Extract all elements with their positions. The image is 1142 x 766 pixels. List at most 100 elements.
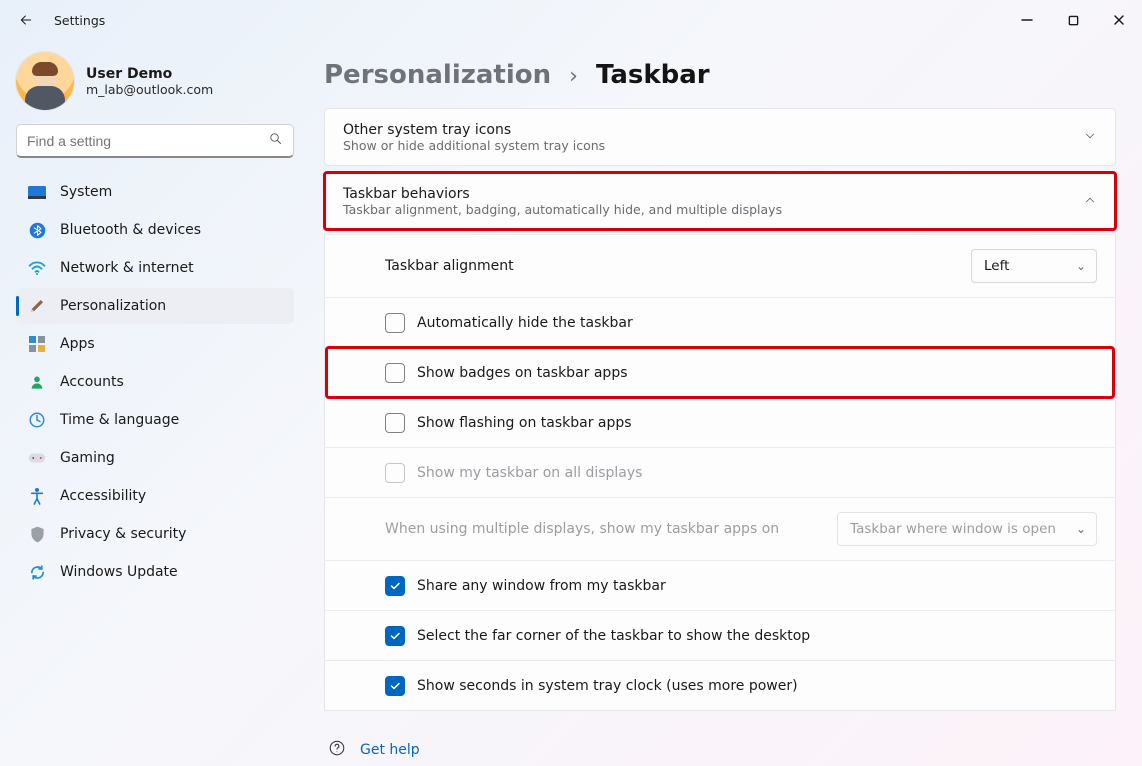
sidebar-item-label: Accounts	[60, 374, 124, 390]
sidebar-item-label: System	[60, 184, 112, 200]
chevron-up-icon	[1083, 193, 1097, 211]
share-window-label: Share any window from my taskbar	[417, 578, 666, 594]
avatar	[16, 52, 74, 110]
minimize-icon	[1021, 14, 1033, 26]
sidebar-item-network[interactable]: Network & internet	[16, 250, 294, 286]
panel-taskbar-behaviors-header[interactable]: Taskbar behaviors Taskbar alignment, bad…	[325, 173, 1115, 229]
sidebar-item-label: Personalization	[60, 298, 166, 314]
chevron-down-icon: ⌄	[1076, 522, 1086, 536]
system-icon	[28, 183, 46, 201]
user-account-block[interactable]: User Demo m_lab@outlook.com	[16, 48, 294, 124]
breadcrumb-parent[interactable]: Personalization	[324, 60, 551, 90]
breadcrumb: Personalization › Taskbar	[324, 60, 1116, 90]
multi-displays-value: Taskbar where window is open	[850, 521, 1056, 537]
accessibility-icon	[28, 487, 46, 505]
row-auto-hide[interactable]: Automatically hide the taskbar	[325, 297, 1115, 347]
sidebar-item-apps[interactable]: Apps	[16, 326, 294, 362]
sidebar-item-label: Windows Update	[60, 564, 178, 580]
panel-title: Taskbar behaviors	[343, 186, 1083, 202]
checkbox-share-window[interactable]	[385, 576, 405, 596]
sidebar-item-time-language[interactable]: Time & language	[16, 402, 294, 438]
close-button[interactable]	[1096, 3, 1142, 37]
user-email: m_lab@outlook.com	[86, 82, 213, 97]
search-icon	[268, 131, 283, 150]
panel-system-tray-icons[interactable]: Other system tray icons Show or hide add…	[324, 108, 1116, 166]
shield-icon	[28, 525, 46, 543]
panel-title: Other system tray icons	[343, 122, 1083, 138]
sidebar: User Demo m_lab@outlook.com System Bluet…	[0, 40, 310, 766]
sidebar-item-label: Accessibility	[60, 488, 146, 504]
chevron-down-icon	[1083, 129, 1097, 147]
get-help-link[interactable]: Get help	[324, 715, 1116, 761]
sidebar-item-privacy[interactable]: Privacy & security	[16, 516, 294, 552]
chevron-down-icon: ⌄	[1076, 259, 1086, 273]
sidebar-item-gaming[interactable]: Gaming	[16, 440, 294, 476]
multi-displays-dropdown: Taskbar where window is open ⌄	[837, 512, 1097, 546]
search-input[interactable]	[27, 133, 268, 149]
row-share-window[interactable]: Share any window from my taskbar	[325, 560, 1115, 610]
row-multi-displays: When using multiple displays, show my ta…	[325, 497, 1115, 560]
sidebar-item-system[interactable]: System	[16, 174, 294, 210]
far-corner-label: Select the far corner of the taskbar to …	[417, 628, 810, 644]
badges-label: Show badges on taskbar apps	[417, 365, 628, 381]
auto-hide-label: Automatically hide the taskbar	[417, 315, 633, 331]
sidebar-item-label: Bluetooth & devices	[60, 222, 201, 238]
chevron-right-icon: ›	[569, 64, 578, 89]
row-seconds[interactable]: Show seconds in system tray clock (uses …	[325, 660, 1115, 710]
row-far-corner[interactable]: Select the far corner of the taskbar to …	[325, 610, 1115, 660]
multi-displays-label: When using multiple displays, show my ta…	[385, 521, 779, 537]
apps-icon	[28, 335, 46, 353]
maximize-icon	[1068, 15, 1079, 26]
sidebar-item-update[interactable]: Windows Update	[16, 554, 294, 590]
checkbox-seconds[interactable]	[385, 676, 405, 696]
minimize-button[interactable]	[1004, 3, 1050, 37]
panel-subtitle: Taskbar alignment, badging, automaticall…	[343, 202, 1083, 217]
sidebar-nav: System Bluetooth & devices Network & int…	[16, 174, 294, 590]
alignment-label: Taskbar alignment	[385, 258, 514, 274]
all-displays-label: Show my taskbar on all displays	[417, 465, 642, 481]
sidebar-item-label: Time & language	[60, 412, 179, 428]
sidebar-item-personalization[interactable]: Personalization	[16, 288, 294, 324]
back-button[interactable]	[10, 4, 42, 36]
sidebar-item-accounts[interactable]: Accounts	[16, 364, 294, 400]
checkbox-all-displays	[385, 463, 405, 483]
bluetooth-icon	[28, 221, 46, 239]
seconds-label: Show seconds in system tray clock (uses …	[417, 678, 798, 694]
update-icon	[28, 563, 46, 581]
row-all-displays: Show my taskbar on all displays	[325, 447, 1115, 497]
sidebar-item-label: Gaming	[60, 450, 115, 466]
get-help-label: Get help	[360, 742, 420, 758]
close-icon	[1113, 14, 1125, 26]
panel-taskbar-behaviors: Taskbar behaviors Taskbar alignment, bad…	[324, 172, 1116, 230]
taskbar-behaviors-settings: Taskbar alignment Left ⌄ Automatically h…	[324, 234, 1116, 711]
alignment-value: Left	[984, 258, 1009, 274]
page-title: Taskbar	[596, 60, 710, 90]
arrow-left-icon	[18, 12, 34, 28]
search-box[interactable]	[16, 124, 294, 158]
row-badges[interactable]: Show badges on taskbar apps	[325, 347, 1115, 397]
row-taskbar-alignment: Taskbar alignment Left ⌄	[325, 234, 1115, 297]
person-icon	[28, 373, 46, 391]
flashing-label: Show flashing on taskbar apps	[417, 415, 632, 431]
checkbox-auto-hide[interactable]	[385, 313, 405, 333]
wifi-icon	[28, 259, 46, 277]
sidebar-item-accessibility[interactable]: Accessibility	[16, 478, 294, 514]
row-flashing[interactable]: Show flashing on taskbar apps	[325, 397, 1115, 447]
sidebar-item-label: Apps	[60, 336, 95, 352]
maximize-button[interactable]	[1050, 3, 1096, 37]
sidebar-item-label: Network & internet	[60, 260, 194, 276]
main-content: Personalization › Taskbar Other system t…	[310, 40, 1142, 766]
app-title: Settings	[54, 13, 105, 28]
gamepad-icon	[28, 449, 46, 467]
sidebar-item-bluetooth[interactable]: Bluetooth & devices	[16, 212, 294, 248]
user-name: User Demo	[86, 66, 213, 82]
checkbox-badges[interactable]	[385, 363, 405, 383]
panel-subtitle: Show or hide additional system tray icon…	[343, 138, 1083, 153]
clock-globe-icon	[28, 411, 46, 429]
alignment-dropdown[interactable]: Left ⌄	[971, 249, 1097, 283]
brush-icon	[28, 297, 46, 315]
sidebar-item-label: Privacy & security	[60, 526, 186, 542]
checkbox-flashing[interactable]	[385, 413, 405, 433]
checkbox-far-corner[interactable]	[385, 626, 405, 646]
help-icon	[328, 739, 346, 761]
